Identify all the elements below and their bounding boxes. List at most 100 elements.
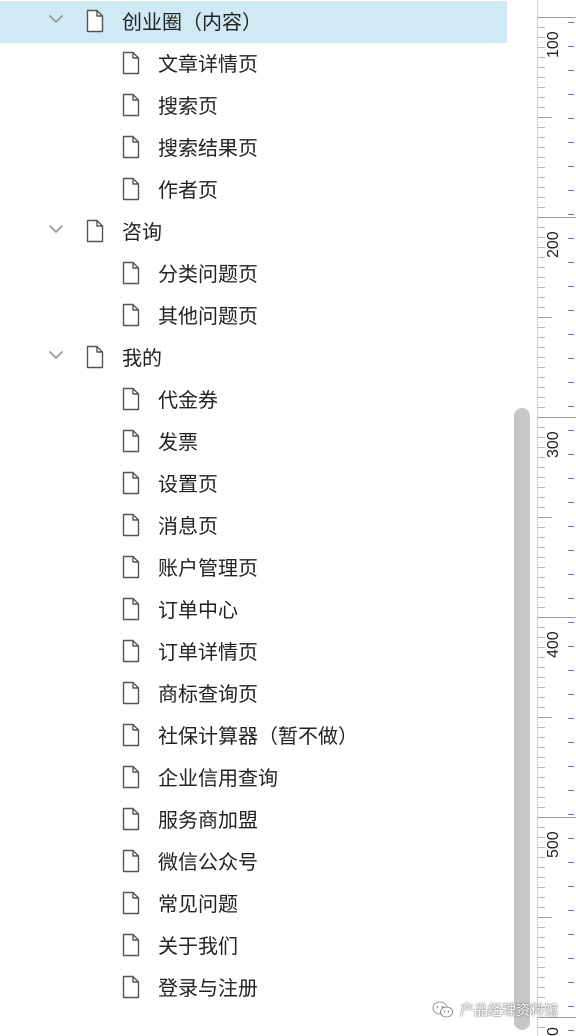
ruler-tick [538,817,576,818]
ruler-tick [538,37,545,38]
watermark-text: 产品经理资料馆 [460,1003,558,1019]
ruler-tick [538,207,545,208]
tree-page-row[interactable]: 发票 [0,421,507,463]
ruler-guide-mark [568,910,574,911]
ruler-tick [538,947,545,948]
ruler-guide-mark [568,454,574,455]
page-icon [122,135,140,159]
ruler-tick [538,637,545,638]
tree-item-label: 微信公众号 [158,850,258,874]
tree-page-row[interactable]: 订单详情页 [0,631,507,673]
scrollbar-thumb[interactable] [514,408,530,1030]
ruler-guide-mark [568,70,574,71]
tree-page-row[interactable]: 社保计算器（暂不做） [0,715,507,757]
ruler-guide-mark [568,214,574,215]
page-icon [122,177,140,201]
ruler-guide-mark [568,190,574,191]
tree-page-row[interactable]: 代金券 [0,379,507,421]
page-icon [122,639,140,663]
ruler-tick [538,117,552,118]
ruler-tick [538,67,545,68]
tree-page-row[interactable]: 登录与注册 [0,967,507,1009]
tree-page-row[interactable]: 分类问题页 [0,253,507,295]
tree-item-label: 设置页 [158,472,218,496]
tree-item-label: 关于我们 [158,934,238,958]
ruler-tick [538,267,545,268]
ruler-guide-mark [568,598,574,599]
ruler-tick [538,397,545,398]
ruler-tick [538,197,545,198]
ruler-tick [538,157,545,158]
tree-group-row[interactable]: 我的 [0,337,507,379]
tree-page-row[interactable]: 设置页 [0,463,507,505]
tree-item-label: 订单中心 [158,598,238,622]
ruler-tick [538,377,545,378]
tree-page-row[interactable]: 搜索结果页 [0,127,507,169]
ruler-tick [538,87,545,88]
ruler-tick [538,507,545,508]
tree-page-row[interactable]: 常见问题 [0,883,507,925]
ruler-label-400: 400 [545,631,562,658]
ruler-label-100: 100 [545,31,562,58]
page-icon [122,471,140,495]
ruler-tick [538,927,545,928]
page-icon [86,345,104,369]
ruler-tick [538,797,545,798]
ruler-tick [538,707,545,708]
tree-page-row[interactable]: 商标查询页 [0,673,507,715]
tree-page-row[interactable]: 服务商加盟 [0,799,507,841]
tree-page-row[interactable]: 搜索页 [0,85,507,127]
ruler-guide-mark [568,982,574,983]
ruler-tick [538,977,545,978]
tree-page-row[interactable]: 订单中心 [0,589,507,631]
ruler-tick [538,537,545,538]
ruler-tick [538,447,545,448]
ruler-guide-mark [568,742,574,743]
ruler-tick [538,687,545,688]
tree-item-label: 文章详情页 [158,52,258,76]
ruler-tick [538,807,545,808]
ruler-tick [538,547,545,548]
chevron-down-icon[interactable] [48,347,64,363]
page-icon [122,387,140,411]
tree-page-row[interactable]: 关于我们 [0,925,507,967]
tree-page-row[interactable]: 账户管理页 [0,547,507,589]
vertical-ruler: 100 200 300 400 500 0 [537,0,576,1036]
ruler-tick [538,857,545,858]
ruler-tick [538,897,545,898]
tree-item-label: 消息页 [158,514,218,538]
ruler-guide-mark [568,118,574,119]
ruler-guide-mark [568,238,574,239]
ruler-tick [538,867,545,868]
page-icon [122,723,140,747]
ruler-tick [538,577,545,578]
tree-page-row[interactable]: 其他问题页 [0,295,507,337]
ruler-tick [538,837,545,838]
ruler-tick [538,887,545,888]
tree-page-row[interactable]: 微信公众号 [0,841,507,883]
tree-item-label: 账户管理页 [158,556,258,580]
ruler-tick [538,987,545,988]
tree-item-label: 代金券 [158,388,218,412]
tree-page-row[interactable]: 作者页 [0,169,507,211]
ruler-tick [538,697,545,698]
ruler-tick [538,167,545,168]
tree-item-label: 企业信用查询 [158,766,278,790]
ruler-guide-mark [568,670,574,671]
chevron-down-icon[interactable] [48,11,64,27]
tree-page-row[interactable]: 企业信用查询 [0,757,507,799]
chevron-down-icon[interactable] [48,221,64,237]
tree-item-label: 社保计算器（暂不做） [158,724,358,748]
ruler-guide-mark [568,838,574,839]
ruler-tick [538,277,545,278]
tree-page-row[interactable]: 消息页 [0,505,507,547]
page-icon [122,807,140,831]
tree-group-row[interactable]: 创业圈（内容） [0,1,507,43]
ruler-guide-mark [568,94,574,95]
tree-page-row[interactable]: 文章详情页 [0,43,507,85]
tree-group-row[interactable]: 咨询 [0,211,507,253]
ruler-guide-mark [568,574,574,575]
page-icon [122,849,140,873]
ruler-tick [538,937,545,938]
ruler-guide-mark [568,718,574,719]
